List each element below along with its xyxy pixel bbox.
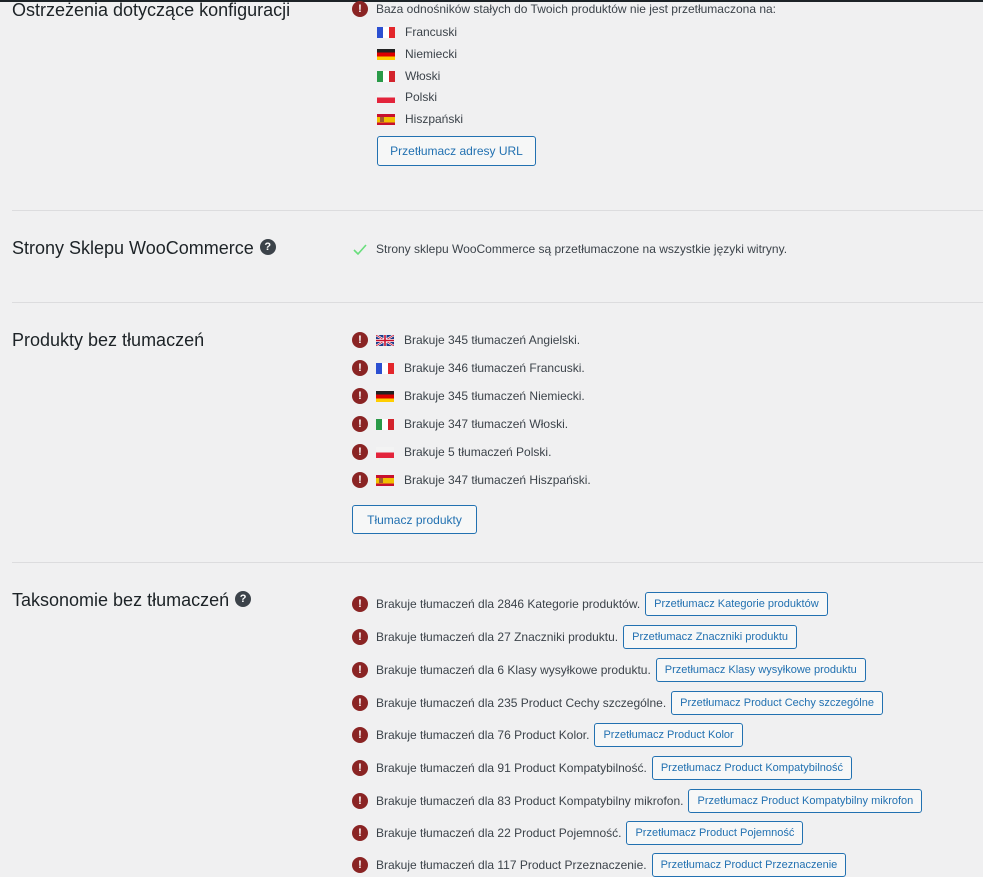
products-missing-text: Brakuje 345 tłumaczeń Niemiecki. [404,389,585,403]
flag-fr-icon [377,26,395,38]
question-circle-icon[interactable]: ? [235,590,252,607]
taxonomy-row: ! Brakuje tłumaczeń dla 91 Product Kompa… [352,756,852,780]
taxonomy-missing-text: Brakuje tłumaczeń dla 76 Product Kolor. [376,728,590,742]
section-divider [12,302,983,303]
exclamation-circle-icon: ! [352,1,368,17]
language-item-it: Włoski [377,69,440,83]
question-circle-icon[interactable]: ? [259,238,276,255]
translate-taxonomy-button[interactable]: Przetłumacz Product Kolor [594,723,743,747]
taxonomies-title: Taksonomie bez tłumaczeń ? [12,590,252,611]
taxonomy-missing-text: Brakuje tłumaczeń dla 235 Product Cechy … [376,696,667,710]
language-name: Włoski [405,69,441,83]
exclamation-circle-icon: ! [352,857,368,873]
flag-pl-icon [376,446,394,458]
language-item-es: Hiszpański [377,112,463,126]
shop-pages-title: Strony Sklepu WooCommerce ? [12,238,276,259]
exclamation-circle-icon: ! [352,662,368,678]
flag-es-icon [376,474,394,486]
exclamation-circle-icon: ! [352,360,368,376]
flag-es-icon [377,113,395,125]
flag-fr-icon [376,362,394,374]
checkmark-icon [353,244,367,256]
config-warning-message-row: ! Baza odnośników stałych do Twoich prod… [352,1,776,17]
exclamation-circle-icon: ! [352,760,368,776]
exclamation-circle-icon: ! [352,727,368,743]
exclamation-circle-icon: ! [352,472,368,488]
taxonomy-row: ! Brakuje tłumaczeń dla 6 Klasy wysyłkow… [352,658,866,682]
products-missing-text: Brakuje 346 tłumaczeń Francuski. [404,361,585,375]
taxonomy-row: ! Brakuje tłumaczeń dla 76 Product Kolor… [352,723,743,747]
products-missing-text: Brakuje 345 tłumaczeń Angielski. [404,333,581,347]
flag-de-icon [377,48,395,60]
flag-gb-icon [376,334,394,346]
taxonomy-missing-text: Brakuje tłumaczeń dla 91 Product Kompaty… [376,761,647,775]
exclamation-circle-icon: ! [352,629,368,645]
products-missing-row: ! Brakuje 5 tłumaczeń Polski. [352,444,551,460]
taxonomy-missing-text: Brakuje tłumaczeń dla 117 Product Przezn… [376,858,647,872]
flag-pl-icon [377,91,395,103]
shop-pages-status-row: Strony sklepu WooCommerce są przetłumacz… [352,241,787,257]
products-missing-row: ! Brakuje 347 tłumaczeń Włoski. [352,416,568,432]
config-warning-message: Baza odnośników stałych do Twoich produk… [376,2,777,16]
products-missing-row: ! Brakuje 347 tłumaczeń Hiszpański. [352,472,591,488]
language-name: Niemiecki [405,47,458,61]
products-missing-text: Brakuje 347 tłumaczeń Hiszpański. [404,473,591,487]
taxonomy-row: ! Brakuje tłumaczeń dla 2846 Kategorie p… [352,592,828,616]
products-missing-row: ! Brakuje 345 tłumaczeń Angielski. [352,332,580,348]
translate-taxonomy-button[interactable]: Przetłumacz Klasy wysyłkowe produktu [655,658,866,682]
products-missing-text: Brakuje 5 tłumaczeń Polski. [404,445,552,459]
exclamation-circle-icon: ! [352,793,368,809]
language-name: Polski [405,90,438,104]
translate-taxonomy-button[interactable]: Przetłumacz Znaczniki produktu [623,625,798,649]
section-divider [12,210,983,211]
taxonomy-missing-text: Brakuje tłumaczeń dla 83 Product Kompaty… [376,794,684,808]
translate-taxonomy-button[interactable]: Przetłumacz Product Cechy szczególne [671,691,883,715]
translate-taxonomy-button[interactable]: Przetłumacz Kategorie produktów [645,592,828,616]
flag-it-icon [376,418,394,430]
language-item-pl: Polski [377,90,437,104]
language-item-fr: Francuski [377,25,457,39]
products-title: Produkty bez tłumaczeń [12,330,204,351]
taxonomy-row: ! Brakuje tłumaczeń dla 117 Product Prze… [352,853,847,877]
translate-taxonomy-button[interactable]: Przetłumacz Product Kompatybilność [651,756,852,780]
shop-pages-title-text: Strony Sklepu WooCommerce [12,238,254,258]
language-item-de: Niemiecki [377,47,457,61]
language-name: Francuski [405,25,458,39]
config-warnings-title: Ostrzeżenia dotyczące konfiguracji [12,0,290,21]
products-title-text: Produkty bez tłumaczeń [12,330,205,350]
translate-urls-button[interactable]: Przetłumacz adresy URL [377,136,536,166]
taxonomy-missing-text: Brakuje tłumaczeń dla 2846 Kategorie pro… [376,597,641,611]
flag-de-icon [376,390,394,402]
flag-it-icon [377,70,395,82]
translate-taxonomy-button[interactable]: Przetłumacz Product Kompatybilny mikrofo… [688,789,923,813]
taxonomy-missing-text: Brakuje tłumaczeń dla 6 Klasy wysyłkowe … [376,663,651,677]
exclamation-circle-icon: ! [352,596,368,612]
translate-taxonomy-button[interactable]: Przetłumacz Product Przeznaczenie [651,853,847,877]
exclamation-circle-icon: ! [352,825,368,841]
taxonomy-missing-text: Brakuje tłumaczeń dla 27 Znaczniki produ… [376,630,619,644]
taxonomies-title-text: Taksonomie bez tłumaczeń [12,590,230,610]
shop-pages-message: Strony sklepu WooCommerce są przetłumacz… [376,242,788,256]
taxonomy-row: ! Brakuje tłumaczeń dla 83 Product Kompa… [352,789,923,813]
exclamation-circle-icon: ! [352,388,368,404]
products-missing-row: ! Brakuje 346 tłumaczeń Francuski. [352,360,585,376]
exclamation-circle-icon: ! [352,695,368,711]
taxonomy-row: ! Brakuje tłumaczeń dla 235 Product Cech… [352,691,883,715]
section-divider [12,562,983,563]
exclamation-circle-icon: ! [352,444,368,460]
language-name: Hiszpański [405,112,464,126]
config-warnings-title-text: Ostrzeżenia dotyczące konfiguracji [12,0,291,20]
products-missing-text: Brakuje 347 tłumaczeń Włoski. [404,417,569,431]
taxonomy-row: ! Brakuje tłumaczeń dla 27 Znaczniki pro… [352,625,798,649]
exclamation-circle-icon: ! [352,332,368,348]
products-missing-row: ! Brakuje 345 tłumaczeń Niemiecki. [352,388,585,404]
exclamation-circle-icon: ! [352,416,368,432]
translate-products-button[interactable]: Tłumacz produkty [352,505,477,534]
translate-taxonomy-button[interactable]: Przetłumacz Product Pojemność [626,821,804,845]
taxonomy-missing-text: Brakuje tłumaczeń dla 22 Product Pojemno… [376,826,622,840]
taxonomy-row: ! Brakuje tłumaczeń dla 22 Product Pojem… [352,821,804,845]
